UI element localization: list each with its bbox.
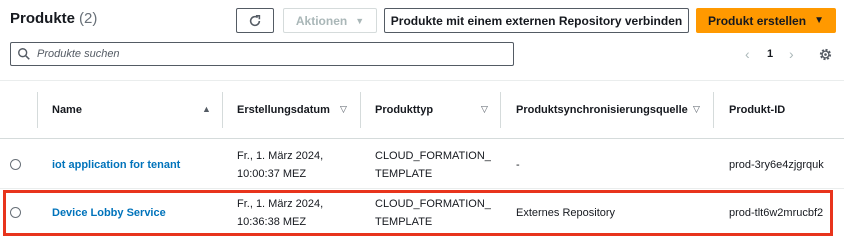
- column-separator: [37, 92, 38, 128]
- product-id: prod-tlt6w2mrucbf2: [729, 207, 824, 219]
- column-header-type[interactable]: Produkttyp: [375, 84, 433, 136]
- create-label: Produkt erstellen: [708, 13, 807, 28]
- search-box[interactable]: [10, 42, 514, 66]
- table-row[interactable]: Device Lobby Service Fr., 1. März 2024, …: [0, 191, 844, 235]
- product-name-link[interactable]: Device Lobby Service: [52, 204, 166, 222]
- sort-ascending-icon[interactable]: ▲: [202, 104, 211, 114]
- create-product-button[interactable]: Produkt erstellen ▼: [696, 8, 836, 33]
- product-count: (2): [79, 10, 98, 27]
- chevron-right-icon[interactable]: ›: [789, 46, 794, 62]
- refresh-button[interactable]: [236, 8, 274, 33]
- product-type-line: TEMPLATE: [375, 168, 433, 180]
- sort-toggle-icon[interactable]: ▽: [693, 104, 700, 115]
- column-header-sync-source-label: Produktsynchronisierungsquelle: [516, 104, 688, 116]
- product-type: CLOUD_FORMATION_ TEMPLATE: [375, 195, 491, 231]
- row-select-radio[interactable]: [10, 159, 21, 170]
- column-separator: [500, 92, 501, 128]
- creation-date: Fr., 1. März 2024, 10:00:37 MEZ: [237, 147, 323, 183]
- row-select-radio[interactable]: [10, 207, 21, 218]
- row-divider: [0, 188, 844, 189]
- column-separator: [360, 92, 361, 128]
- column-header-type-label: Produkttyp: [375, 104, 434, 116]
- sort-toggle-icon[interactable]: ▽: [340, 104, 347, 115]
- connect-repository-button[interactable]: Produkte mit einem externen Repository v…: [384, 8, 689, 33]
- title-text: Produkte: [10, 10, 76, 27]
- creation-time-line: 10:00:37 MEZ: [237, 168, 307, 180]
- creation-date-line: Fr., 1. März 2024,: [237, 150, 324, 162]
- current-page-number[interactable]: 1: [767, 48, 773, 60]
- actions-label: Aktionen: [295, 13, 348, 28]
- table-row[interactable]: iot application for tenant Fr., 1. März …: [0, 143, 844, 187]
- creation-date: Fr., 1. März 2024, 10:36:38 MEZ: [237, 195, 323, 231]
- actions-dropdown-button[interactable]: Aktionen ▼: [283, 8, 377, 33]
- product-id: prod-3ry6e4zjgrquk: [729, 159, 824, 171]
- column-header-sync-source[interactable]: Produktsynchronisierungsquelle: [516, 84, 688, 136]
- product-type-line: CLOUD_FORMATION_: [375, 198, 491, 210]
- search-icon: [18, 48, 30, 60]
- product-name-link[interactable]: iot application for tenant: [52, 156, 180, 174]
- search-input[interactable]: [37, 45, 507, 63]
- table-header-bar: Produkte (2) Aktionen ▼ Produkte mit eine…: [0, 0, 844, 40]
- caret-down-icon: ▼: [355, 15, 365, 26]
- column-header-date-label: Erstellungsdatum: [237, 104, 330, 116]
- sync-source: -: [516, 159, 520, 171]
- sync-source: Externes Repository: [516, 207, 616, 219]
- column-header-product-id-label: Produkt-ID: [729, 104, 786, 116]
- caret-down-icon: ▼: [814, 15, 824, 26]
- connect-label: Produkte mit einem externen Repository v…: [390, 13, 683, 28]
- column-header-name-label: Name: [52, 104, 82, 116]
- column-header-product-id[interactable]: Produkt-ID: [729, 84, 785, 136]
- column-header-name[interactable]: Name: [52, 84, 82, 136]
- product-type-line: TEMPLATE: [375, 216, 433, 228]
- product-type: CLOUD_FORMATION_ TEMPLATE: [375, 147, 491, 183]
- header-divider: [0, 138, 844, 139]
- column-separator: [222, 92, 223, 128]
- divider: [0, 80, 844, 81]
- column-header-date[interactable]: Erstellungsdatum: [237, 84, 330, 136]
- gear-icon[interactable]: [818, 47, 833, 62]
- product-type-line: CLOUD_FORMATION_: [375, 150, 491, 162]
- column-separator: [713, 92, 714, 128]
- page-title: Produkte (2): [10, 10, 97, 27]
- creation-time-line: 10:36:38 MEZ: [237, 216, 307, 228]
- creation-date-line: Fr., 1. März 2024,: [237, 198, 324, 210]
- sort-toggle-icon[interactable]: ▽: [481, 104, 488, 115]
- chevron-left-icon[interactable]: ‹: [745, 46, 750, 62]
- refresh-icon: [249, 14, 261, 26]
